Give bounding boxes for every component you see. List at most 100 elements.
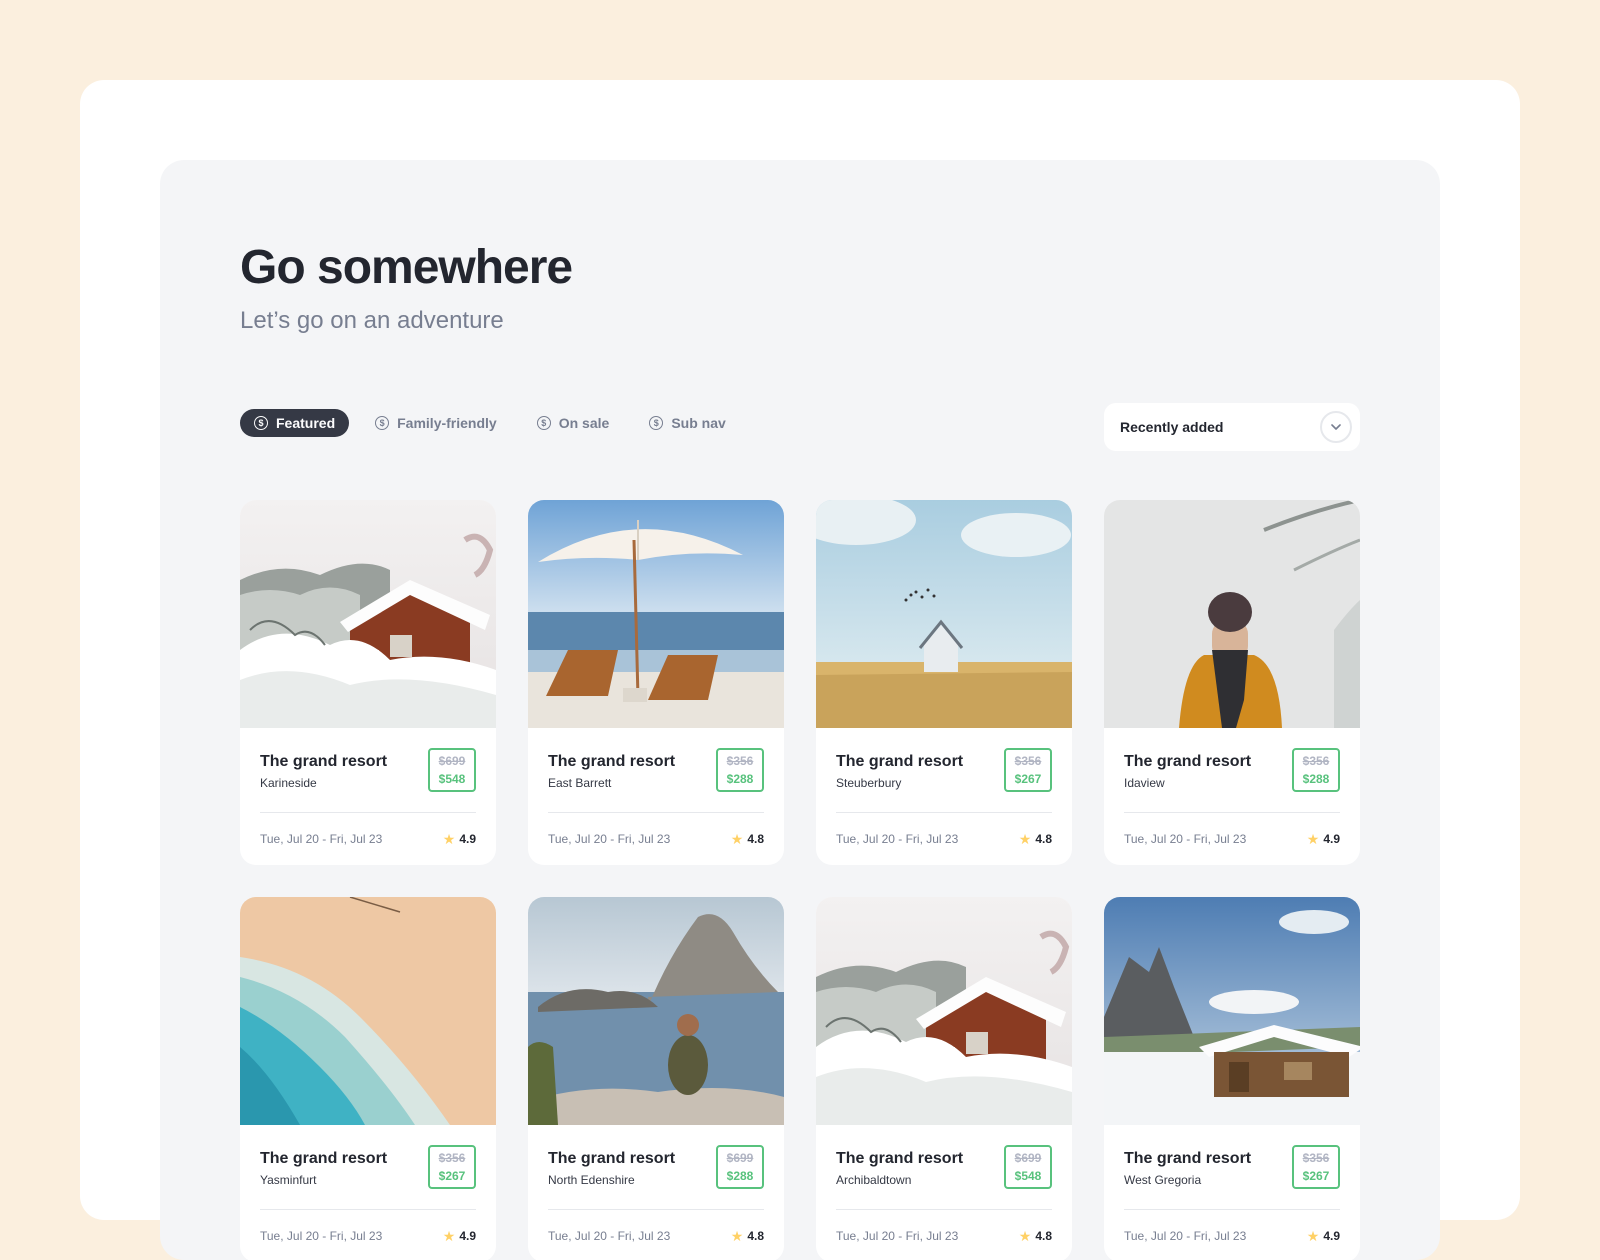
sort-dropdown[interactable]: Recently added — [1104, 403, 1360, 451]
card-photo — [528, 897, 784, 1125]
page-title: Go somewhere — [240, 241, 573, 294]
card-body: The grand resort Steuberbury $356 $267 T… — [816, 728, 1072, 865]
card-text: The grand resort Archibaldtown — [836, 1145, 963, 1189]
card-body: The grand resort East Barrett $356 $288 … — [528, 728, 784, 865]
card-text: The grand resort Steuberbury — [836, 748, 963, 792]
rating: ★ 4.9 — [443, 1228, 476, 1245]
card-text: The grand resort East Barrett — [548, 748, 675, 792]
card-text: The grand resort West Gregoria — [1124, 1145, 1251, 1189]
tab-sub-nav[interactable]: $ Sub nav — [635, 409, 739, 437]
price-box: $356 $267 — [428, 1145, 476, 1189]
price-box: $356 $267 — [1004, 748, 1052, 792]
tab-label: Sub nav — [671, 415, 726, 431]
booking-dates: Tue, Jul 20 - Fri, Jul 23 — [1124, 832, 1247, 846]
booking-dates: Tue, Jul 20 - Fri, Jul 23 — [1124, 1229, 1247, 1243]
sale-price: $288 — [726, 1169, 754, 1183]
resort-card[interactable]: The grand resort East Barrett $356 $288 … — [528, 500, 784, 865]
card-photo — [816, 500, 1072, 728]
original-price: $356 — [726, 754, 754, 768]
resort-card[interactable]: The grand resort Idaview $356 $288 Tue, … — [1104, 500, 1360, 865]
card-footer: Tue, Jul 20 - Fri, Jul 23 ★ 4.8 — [548, 1210, 764, 1260]
price-box: $699 $548 — [1004, 1145, 1052, 1189]
original-price: $356 — [438, 1151, 466, 1165]
tab-on-sale[interactable]: $ On sale — [523, 409, 624, 437]
sale-price: $267 — [438, 1169, 466, 1183]
resort-name: The grand resort — [548, 753, 676, 770]
snowy-cabin-photo — [816, 897, 1072, 1125]
original-price: $356 — [1302, 754, 1330, 768]
price-box: $699 $288 — [716, 1145, 764, 1189]
card-footer: Tue, Jul 20 - Fri, Jul 23 ★ 4.8 — [836, 1210, 1052, 1260]
resort-name: The grand resort — [548, 1150, 676, 1167]
card-body: The grand resort West Gregoria $356 $267… — [1104, 1125, 1360, 1260]
resort-card[interactable]: The grand resort West Gregoria $356 $267… — [1104, 897, 1360, 1260]
original-price: $699 — [438, 754, 466, 768]
resort-location: North Edenshire — [548, 1173, 635, 1187]
rating: ★ 4.9 — [1307, 1228, 1340, 1245]
star-icon: ★ — [442, 1227, 456, 1244]
dollar-circle-icon: $ — [649, 416, 664, 430]
tab-featured[interactable]: $ Featured — [240, 409, 350, 437]
price-box: $699 $548 — [428, 748, 476, 792]
sale-price: $548 — [1014, 1169, 1042, 1183]
card-footer: Tue, Jul 20 - Fri, Jul 23 ★ 4.9 — [1124, 813, 1340, 865]
dollar-circle-icon: $ — [254, 416, 268, 430]
booking-dates: Tue, Jul 20 - Fri, Jul 23 — [548, 832, 671, 846]
resort-card[interactable]: The grand resort Yasminfurt $356 $267 Tu… — [240, 897, 496, 1260]
original-price: $356 — [1014, 754, 1042, 768]
card-photo — [816, 897, 1072, 1125]
resort-card[interactable]: The grand resort North Edenshire $699 $2… — [528, 897, 784, 1260]
star-icon: ★ — [442, 830, 456, 847]
card-photo — [528, 500, 784, 728]
star-icon: ★ — [1018, 830, 1032, 847]
card-photo — [240, 500, 496, 728]
page-frame: Go somewhere Let’s go on an adventure $ … — [80, 80, 1520, 1260]
rating: ★ 4.8 — [731, 831, 764, 848]
resort-location: East Barrett — [548, 776, 612, 790]
tab-label: On sale — [558, 415, 610, 431]
dollar-circle-icon: $ — [375, 416, 390, 430]
rating-value: 4.8 — [747, 1229, 764, 1243]
booking-dates: Tue, Jul 20 - Fri, Jul 23 — [260, 1229, 383, 1243]
resort-location: West Gregoria — [1124, 1173, 1202, 1187]
sale-price: $288 — [1302, 772, 1330, 786]
booking-dates: Tue, Jul 20 - Fri, Jul 23 — [836, 832, 959, 846]
chevron-down-icon[interactable] — [1320, 411, 1352, 443]
resort-card[interactable]: The grand resort Archibaldtown $699 $548… — [816, 897, 1072, 1260]
card-photo — [1104, 897, 1360, 1125]
sort-value: Recently added — [1120, 419, 1224, 435]
resort-name: The grand resort — [836, 753, 964, 770]
rating: ★ 4.9 — [1307, 831, 1340, 848]
card-body: The grand resort Archibaldtown $699 $548… — [816, 1125, 1072, 1260]
resort-name: The grand resort — [260, 1150, 388, 1167]
mountain-cabin-photo — [1104, 897, 1360, 1125]
card-header: The grand resort Steuberbury $356 $267 — [836, 748, 1052, 796]
resort-location: Steuberbury — [836, 776, 902, 790]
resort-card[interactable]: The grand resort Karineside $699 $548 Tu… — [240, 500, 496, 865]
resort-location: Idaview — [1124, 776, 1165, 790]
booking-dates: Tue, Jul 20 - Fri, Jul 23 — [836, 1229, 959, 1243]
resort-location: Archibaldtown — [836, 1173, 912, 1187]
star-icon: ★ — [1306, 830, 1320, 847]
rating-value: 4.9 — [459, 832, 476, 846]
rocky-island-photo — [528, 897, 784, 1125]
card-footer: Tue, Jul 20 - Fri, Jul 23 ★ 4.9 — [1124, 1210, 1340, 1260]
resort-location: Yasminfurt — [260, 1173, 317, 1187]
star-icon: ★ — [730, 1227, 744, 1244]
card-header: The grand resort East Barrett $356 $288 — [548, 748, 764, 796]
resort-name: The grand resort — [1124, 753, 1252, 770]
rating-value: 4.9 — [459, 1229, 476, 1243]
tab-family-friendly[interactable]: $ Family-friendly — [361, 409, 511, 437]
card-footer: Tue, Jul 20 - Fri, Jul 23 ★ 4.8 — [548, 813, 764, 865]
star-icon: ★ — [730, 830, 744, 847]
sale-price: $288 — [726, 772, 754, 786]
card-footer: Tue, Jul 20 - Fri, Jul 23 ★ 4.9 — [260, 1210, 476, 1260]
house-in-field-photo — [816, 500, 1072, 728]
resort-name: The grand resort — [260, 753, 388, 770]
resort-card[interactable]: The grand resort Steuberbury $356 $267 T… — [816, 500, 1072, 865]
aerial-beach-photo — [240, 897, 496, 1125]
rating-value: 4.9 — [1323, 1229, 1340, 1243]
original-price: $356 — [1302, 1151, 1330, 1165]
page-subtitle: Let’s go on an adventure — [240, 307, 504, 334]
card-footer: Tue, Jul 20 - Fri, Jul 23 ★ 4.8 — [836, 813, 1052, 865]
